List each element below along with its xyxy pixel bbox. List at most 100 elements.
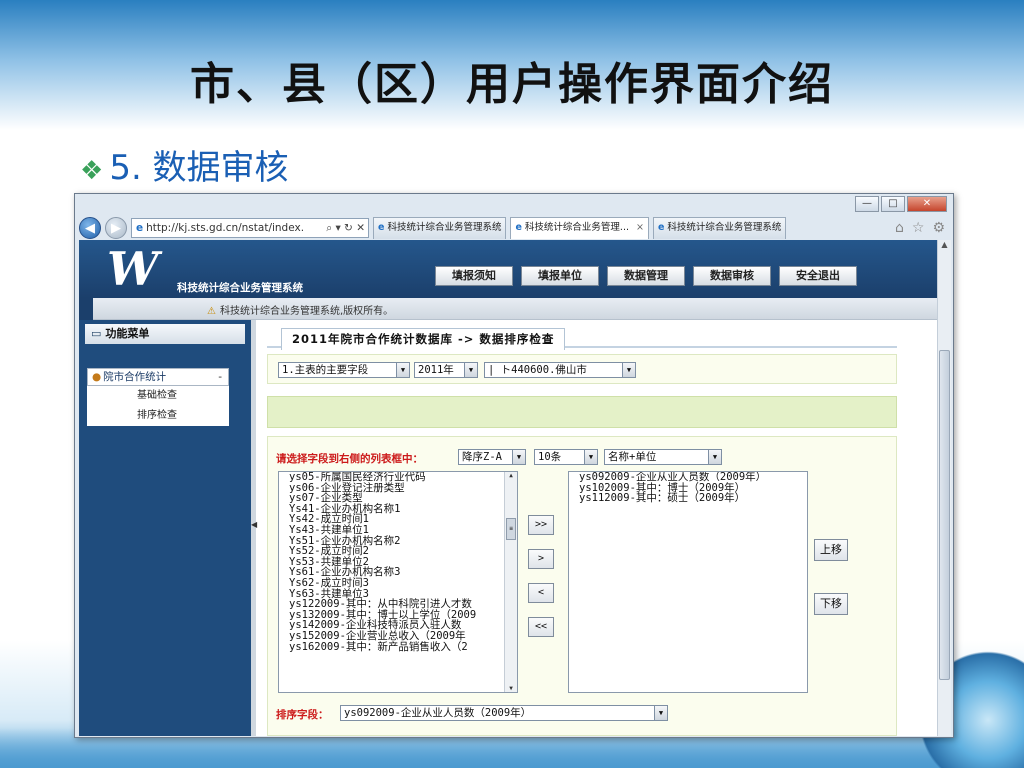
left_list-item[interactable]: Ys62-成立时间3 <box>279 578 517 589</box>
tab-3[interactable]: e 科技统计综合业务管理系统 <box>652 217 787 239</box>
top-nav: 填报须知 填报单位 数据管理 数据审核 安全退出 <box>435 266 857 286</box>
monitor-icon: ▭ <box>91 327 102 340</box>
sort-field-select[interactable]: ys092009-企业从业人员数（2009年） ▼ <box>340 705 668 721</box>
slide-title: 市、县（区）用户操作界面介绍 <box>190 59 834 110</box>
sidebar-item-sort-check[interactable]: 排序检查 <box>87 406 229 426</box>
chevron-down-icon: ▼ <box>512 450 525 464</box>
nav-fill-unit[interactable]: 填报单位 <box>521 266 599 286</box>
sidebar: ▭ 功能菜单 ● 院市合作统计 - 基础检查 排序检查 <box>79 320 251 736</box>
scroll-thumb[interactable]: ≡ <box>506 518 516 540</box>
window-controls: — □ ✕ <box>855 196 947 212</box>
app-name: 科技统计综合业务管理系统 <box>177 282 303 294</box>
sidebar-item-basic-check[interactable]: 基础检查 <box>87 386 229 406</box>
selected-fields-rows: ys092009-企业从业人员数（2009年） ys102009-其中：博士（20… <box>569 472 807 504</box>
address-text: http://kj.sts.gd.cn/nstat/index. <box>146 222 305 234</box>
right_list-item[interactable]: ys112009-其中：硕士（2009年） <box>569 493 807 504</box>
move-all-left-button[interactable]: << <box>528 617 554 637</box>
gear-icon[interactable]: ⚙ <box>932 220 945 236</box>
sidebar-group[interactable]: ● 院市合作统计 - <box>87 368 229 386</box>
close-window-button[interactable]: ✕ <box>907 196 947 212</box>
chevron-down-icon: ▼ <box>584 450 597 464</box>
chevron-down-icon: ▼ <box>654 706 667 720</box>
filter-bar: 1.主表的主要字段 ▼ 2011年 ▼ | ト440600.佛山市 ▼ <box>267 354 897 384</box>
display-select[interactable]: 名称+单位 ▼ <box>604 449 722 465</box>
tab-2-label: 科技统计综合业务管理... <box>524 222 629 233</box>
panel-title-bar: 2011年院市合作统计数据库 -> 数据排序检查 <box>267 326 897 350</box>
back-button[interactable]: ◀ <box>79 217 101 239</box>
home-icon[interactable]: ⌂ <box>895 220 904 236</box>
sidebar-title: ▭ 功能菜单 <box>85 324 245 344</box>
sort-panel: 请选择字段到右侧的列表框中： 降序Z-A ▼ 10条 ▼ 名称+单位 ▼ ys05-所… <box>267 436 897 736</box>
nav-fill-instructions[interactable]: 填报须知 <box>435 266 513 286</box>
ie-icon: e <box>515 222 522 233</box>
nav-logout[interactable]: 安全退出 <box>779 266 857 286</box>
move-up-button[interactable]: 上移 <box>814 539 848 561</box>
scroll-up-icon[interactable]: ▲ <box>505 472 517 482</box>
sidebar-title-label: 功能菜单 <box>105 327 150 340</box>
forward-button[interactable]: ▶ <box>105 217 127 239</box>
slide-bullet: ❖ 5. 数据审核 <box>80 140 289 189</box>
bullet-diamond-icon: ❖ <box>80 156 104 186</box>
star-icon[interactable]: ☆ <box>912 220 925 236</box>
page-scrollbar[interactable]: ▲ <box>937 240 951 736</box>
display-select-value: 名称+单位 <box>608 451 657 463</box>
move-all-right-button[interactable]: >> <box>528 515 554 535</box>
sort-prompt: 请选择字段到右侧的列表框中： <box>276 453 423 465</box>
ie-icon: e <box>657 222 665 233</box>
year-select[interactable]: 2011年 ▼ <box>414 362 478 378</box>
count-select[interactable]: 10条 ▼ <box>534 449 598 465</box>
tab-2[interactable]: e 科技统计综合业务管理... × <box>510 217 649 239</box>
move-left-button[interactable]: < <box>528 583 554 603</box>
left_list-item[interactable]: ys05-所属国民经济行业代码 <box>279 472 517 483</box>
region-select[interactable]: | ト440600.佛山市 ▼ <box>484 362 636 378</box>
collapse-icon[interactable]: - <box>218 369 228 385</box>
list-scrollbar[interactable]: ▲ ≡ ▼ <box>504 472 517 692</box>
maximize-button[interactable]: □ <box>881 196 905 212</box>
move-right-button[interactable]: > <box>528 549 554 569</box>
notice-text: ⚠ 科技统计综合业务管理系统,版权所有。 <box>207 302 393 317</box>
address-controls[interactable]: ⌕ ▾ ↻ ✕ <box>326 219 368 237</box>
main-content: 2011年院市合作统计数据库 -> 数据排序检查 1.主表的主要字段 ▼ 2011… <box>267 320 897 736</box>
collapse-arrow-icon[interactable]: ◀ <box>251 520 257 529</box>
tab-1[interactable]: e 科技统计综合业务管理系统 <box>373 217 507 239</box>
close-tab-icon[interactable]: × <box>636 218 644 239</box>
sidebar-group-label: 院市合作统计 <box>103 371 167 383</box>
chevron-down-icon: ▼ <box>396 363 409 377</box>
order-select-value: 降序Z-A <box>462 451 502 463</box>
field-select[interactable]: 1.主表的主要字段 ▼ <box>278 362 410 378</box>
region-select-value: | ト440600.佛山市 <box>488 364 587 376</box>
address-bar[interactable]: e http://kj.sts.gd.cn/nstat/index. ⌕ ▾ ↻… <box>131 218 369 238</box>
field-select-value: 1.主表的主要字段 <box>282 364 369 376</box>
left_list-item[interactable]: Ys43-共建单位1 <box>279 525 517 536</box>
sort-field-value: ys092009-企业从业人员数（2009年） <box>344 707 532 719</box>
left_list-item[interactable]: ys162009-其中：新产品销售收入（2 <box>279 641 517 653</box>
chevron-down-icon: ▼ <box>464 363 477 377</box>
panel-title: 2011年院市合作统计数据库 -> 数据排序检查 <box>281 328 566 350</box>
left_list-item[interactable]: ys152009-企业营业总收入（2009年 <box>279 631 517 642</box>
page-scroll-thumb[interactable] <box>939 350 950 680</box>
address-row: ◀ ▶ e http://kj.sts.gd.cn/nstat/index. ⌕… <box>79 216 951 240</box>
notice-strip <box>79 298 93 320</box>
notice-label: 科技统计综合业务管理系统,版权所有。 <box>219 306 394 317</box>
sort-field-label: 排序字段： <box>276 709 329 721</box>
scroll-up-icon[interactable]: ▲ <box>938 240 951 254</box>
available-fields-rows: ys05-所属国民经济行业代码 ys06-企业登记注册类型 ys07-企业类型 Ys4… <box>279 472 517 652</box>
order-select[interactable]: 降序Z-A ▼ <box>458 449 526 465</box>
app-logo: W <box>107 242 159 296</box>
browser-toolbar: ⌂ ☆ ⚙ <box>895 220 951 236</box>
nav-data-management[interactable]: 数据管理 <box>607 266 685 286</box>
tab-1-label: 科技统计综合业务管理系统 <box>387 222 502 233</box>
right_list-item[interactable]: ys092009-企业从业人员数（2009年） <box>569 472 807 483</box>
scroll-down-icon[interactable]: ▼ <box>505 685 517 692</box>
ie-icon: e <box>136 222 144 234</box>
nav-data-review[interactable]: 数据审核 <box>693 266 771 286</box>
tab-3-label: 科技统计综合业务管理系统 <box>667 222 782 233</box>
browser-window: — □ ✕ ◀ ▶ e http://kj.sts.gd.cn/nstat/in… <box>74 193 954 738</box>
sidebar-items: 基础检查 排序检查 <box>87 386 229 426</box>
minimize-button[interactable]: — <box>855 196 879 212</box>
selected-fields-list[interactable]: ys092009-企业从业人员数（2009年） ys102009-其中：博士（20… <box>568 471 808 693</box>
move-down-button[interactable]: 下移 <box>814 593 848 615</box>
ie-icon: e <box>378 222 385 233</box>
available-fields-list[interactable]: ys05-所属国民经济行业代码 ys06-企业登记注册类型 ys07-企业类型 Ys4… <box>278 471 518 693</box>
bullet-text: 5. 数据审核 <box>109 148 289 188</box>
